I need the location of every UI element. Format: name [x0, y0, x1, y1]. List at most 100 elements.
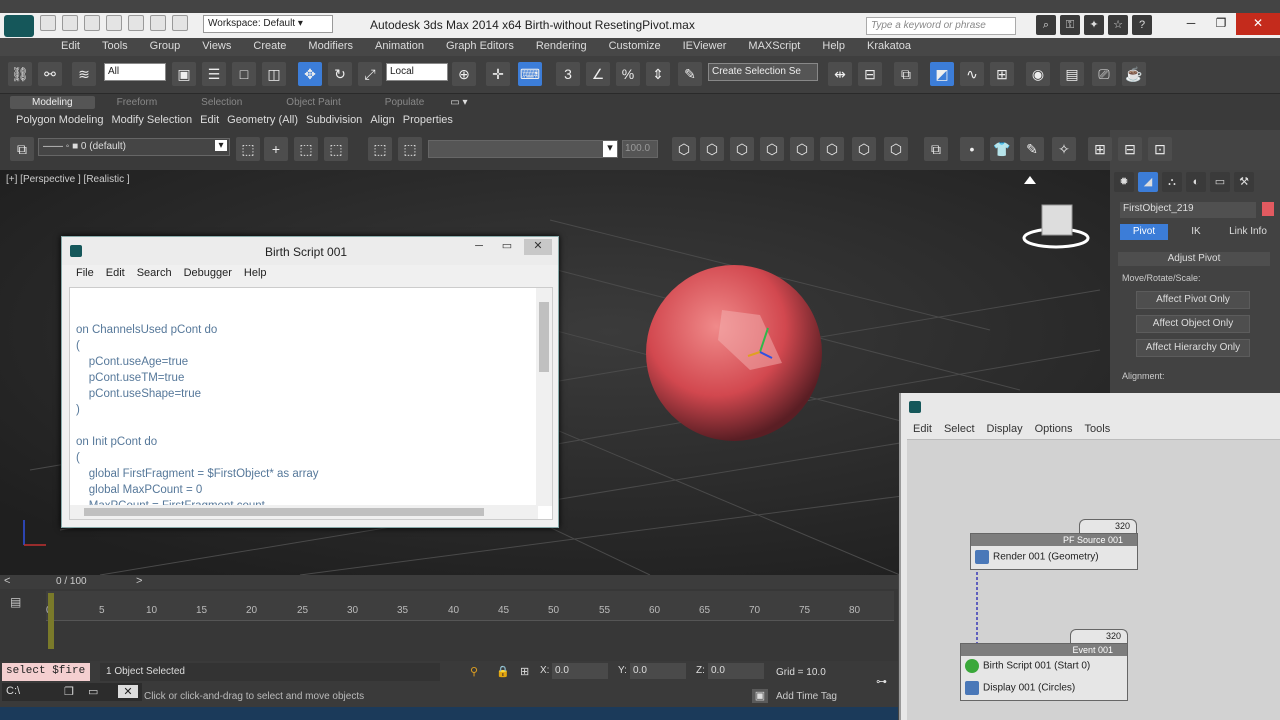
- keyboard-shortcut-override-icon[interactable]: ⌨: [518, 62, 542, 86]
- panel-subdivision[interactable]: Subdivision: [306, 114, 362, 126]
- brush-tool-2-icon[interactable]: ⬡: [700, 137, 724, 161]
- layer-manager-icon[interactable]: ⧉: [894, 62, 918, 86]
- communication-icon[interactable]: ✦: [1084, 15, 1104, 35]
- isolate-icon[interactable]: ⬚: [368, 137, 392, 161]
- grid-align-icon[interactable]: ⊞: [1088, 137, 1112, 161]
- brush-tool-7-icon[interactable]: ⬡: [852, 137, 876, 161]
- scroll-thumb[interactable]: [539, 302, 549, 372]
- affect-object-only-button[interactable]: Affect Object Only: [1136, 315, 1250, 333]
- select-object-icon[interactable]: ▣: [172, 62, 196, 86]
- layers-icon[interactable]: ⧉: [10, 137, 34, 161]
- panel-edit[interactable]: Edit: [200, 114, 219, 126]
- search-input[interactable]: Type a keyword or phrase: [866, 17, 1016, 35]
- menu-file[interactable]: File: [70, 267, 100, 283]
- undo-icon[interactable]: [106, 15, 122, 31]
- brush-tool-1-icon[interactable]: ⬡: [672, 137, 696, 161]
- event-node[interactable]: Event 001 Birth Script 001 (Start 0) Dis…: [960, 643, 1128, 701]
- display-operator[interactable]: Display 001 (Circles): [965, 681, 1075, 695]
- menu-animation[interactable]: Animation: [364, 38, 435, 56]
- shirt-icon[interactable]: 👕: [990, 137, 1014, 161]
- hierarchy-tab-icon[interactable]: ⛬: [1162, 172, 1182, 192]
- hold-icon[interactable]: [150, 15, 166, 31]
- menu-views[interactable]: Views: [191, 38, 242, 56]
- curve-editor-icon[interactable]: ∿: [960, 62, 984, 86]
- menu-krakatoa[interactable]: Krakatoa: [856, 38, 922, 56]
- ribbon-options-icon[interactable]: ▭ ▾: [446, 96, 471, 109]
- schematic-view-icon[interactable]: ⊞: [990, 62, 1014, 86]
- populate-icon[interactable]: ⧉: [924, 137, 948, 161]
- panel-align[interactable]: Align: [370, 114, 394, 126]
- brush-tool-8-icon[interactable]: ⬡: [884, 137, 908, 161]
- menu-customize[interactable]: Customize: [598, 38, 672, 56]
- utilities-tab-icon[interactable]: ⚒: [1234, 172, 1254, 192]
- menu-options[interactable]: Options: [1029, 423, 1079, 435]
- object-color-swatch[interactable]: [1262, 202, 1274, 216]
- brush-icon[interactable]: ✎: [1020, 137, 1044, 161]
- tab-pivot[interactable]: Pivot: [1120, 224, 1168, 240]
- help-icon[interactable]: ?: [1132, 15, 1152, 35]
- time-slider[interactable]: < 0 / 100 >: [0, 575, 898, 589]
- graphite-toggle-icon[interactable]: ◩: [930, 62, 954, 86]
- menu-tools[interactable]: Tools: [1079, 423, 1117, 435]
- set-current-layer-icon[interactable]: ⬚: [324, 137, 348, 161]
- open-file-icon[interactable]: [62, 15, 78, 31]
- pivot-center-icon[interactable]: ⊕: [452, 62, 476, 86]
- save-file-icon[interactable]: [84, 15, 100, 31]
- script-editor-titlebar[interactable]: Birth Script 001 ─ ▭ ✕: [62, 237, 558, 265]
- tab-ik[interactable]: IK: [1172, 224, 1220, 240]
- spinner-snap-icon[interactable]: ⇕: [646, 62, 670, 86]
- align-icon[interactable]: ⊟: [858, 62, 882, 86]
- display-tab-icon[interactable]: ▭: [1210, 172, 1230, 192]
- selection-filter-dropdown[interactable]: All: [104, 63, 166, 81]
- select-in-layer-icon[interactable]: ⬚: [294, 137, 318, 161]
- z-coord-field[interactable]: 0.0: [708, 663, 764, 679]
- absolute-mode-icon[interactable]: ⊞: [520, 665, 529, 678]
- track-bar[interactable]: ▤ 0 5 10 15 20 25 30 35 40 45 50 55 60 6…: [0, 589, 898, 661]
- menu-group[interactable]: Group: [139, 38, 192, 56]
- menu-edit[interactable]: Edit: [100, 267, 131, 283]
- app-logo-icon[interactable]: [4, 15, 34, 37]
- code-editor[interactable]: on ChannelsUsed pCont do ( pCont.useAge=…: [69, 287, 553, 520]
- viewport-label[interactable]: [+] [Perspective ] [Realistic ]: [6, 174, 130, 185]
- menu-help[interactable]: Help: [811, 38, 856, 56]
- panel-geometry-all[interactable]: Geometry (All): [227, 114, 298, 126]
- infocenter-icon[interactable]: ⌕: [1036, 15, 1056, 35]
- menu-graph-editors[interactable]: Graph Editors: [435, 38, 525, 56]
- menu-modifiers[interactable]: Modifiers: [297, 38, 364, 56]
- new-file-icon[interactable]: [40, 15, 56, 31]
- add-to-layer-icon[interactable]: +: [264, 137, 288, 161]
- menu-edit[interactable]: Edit: [50, 38, 91, 56]
- angle-snap-icon[interactable]: ∠: [586, 62, 610, 86]
- panel-properties[interactable]: Properties: [403, 114, 453, 126]
- tab-object-paint[interactable]: Object Paint: [264, 96, 362, 109]
- maxscript-listener-input[interactable]: select $fire: [2, 663, 90, 681]
- pf-source-node[interactable]: PF Source 001 Render 001 (Geometry): [970, 533, 1138, 570]
- tab-modeling[interactable]: Modeling: [10, 96, 95, 109]
- move-icon[interactable]: ✥: [298, 62, 322, 86]
- hide-layer-icon[interactable]: ⬚: [398, 137, 422, 161]
- rectangular-selection-icon[interactable]: □: [232, 62, 256, 86]
- tab-link-info[interactable]: Link Info: [1224, 224, 1272, 240]
- minimize-icon[interactable]: ▭: [88, 685, 98, 698]
- vertical-scrollbar[interactable]: [536, 288, 552, 506]
- redo-icon[interactable]: [128, 15, 144, 31]
- frame-ruler[interactable]: 0 5 10 15 20 25 30 35 40 45 50 55 60 65 …: [46, 591, 894, 621]
- close-icon[interactable]: ✕: [1236, 13, 1280, 35]
- value-spinner[interactable]: 100.0: [622, 140, 658, 158]
- layer-dropdown[interactable]: —— ◦ ■ 0 (default) ▾: [38, 138, 230, 156]
- window-crossing-icon[interactable]: ◫: [262, 62, 286, 86]
- fetch-icon[interactable]: [172, 15, 188, 31]
- mirror-tool-icon[interactable]: ⊟: [1118, 137, 1142, 161]
- mirror-icon[interactable]: ⇹: [828, 62, 852, 86]
- affect-pivot-only-button[interactable]: Affect Pivot Only: [1136, 291, 1250, 309]
- close-icon[interactable]: ✕: [118, 685, 138, 698]
- time-slider-handle[interactable]: [48, 593, 54, 649]
- menu-tools[interactable]: Tools: [91, 38, 139, 56]
- select-by-name-icon[interactable]: ☰: [202, 62, 226, 86]
- dot-icon[interactable]: •: [960, 137, 984, 161]
- menu-select[interactable]: Select: [938, 423, 981, 435]
- add-time-tag[interactable]: Add Time Tag: [776, 691, 837, 702]
- material-editor-icon[interactable]: ◉: [1026, 62, 1050, 86]
- horizontal-scrollbar[interactable]: [70, 505, 538, 519]
- subscription-icon[interactable]: ⚿: [1060, 15, 1080, 35]
